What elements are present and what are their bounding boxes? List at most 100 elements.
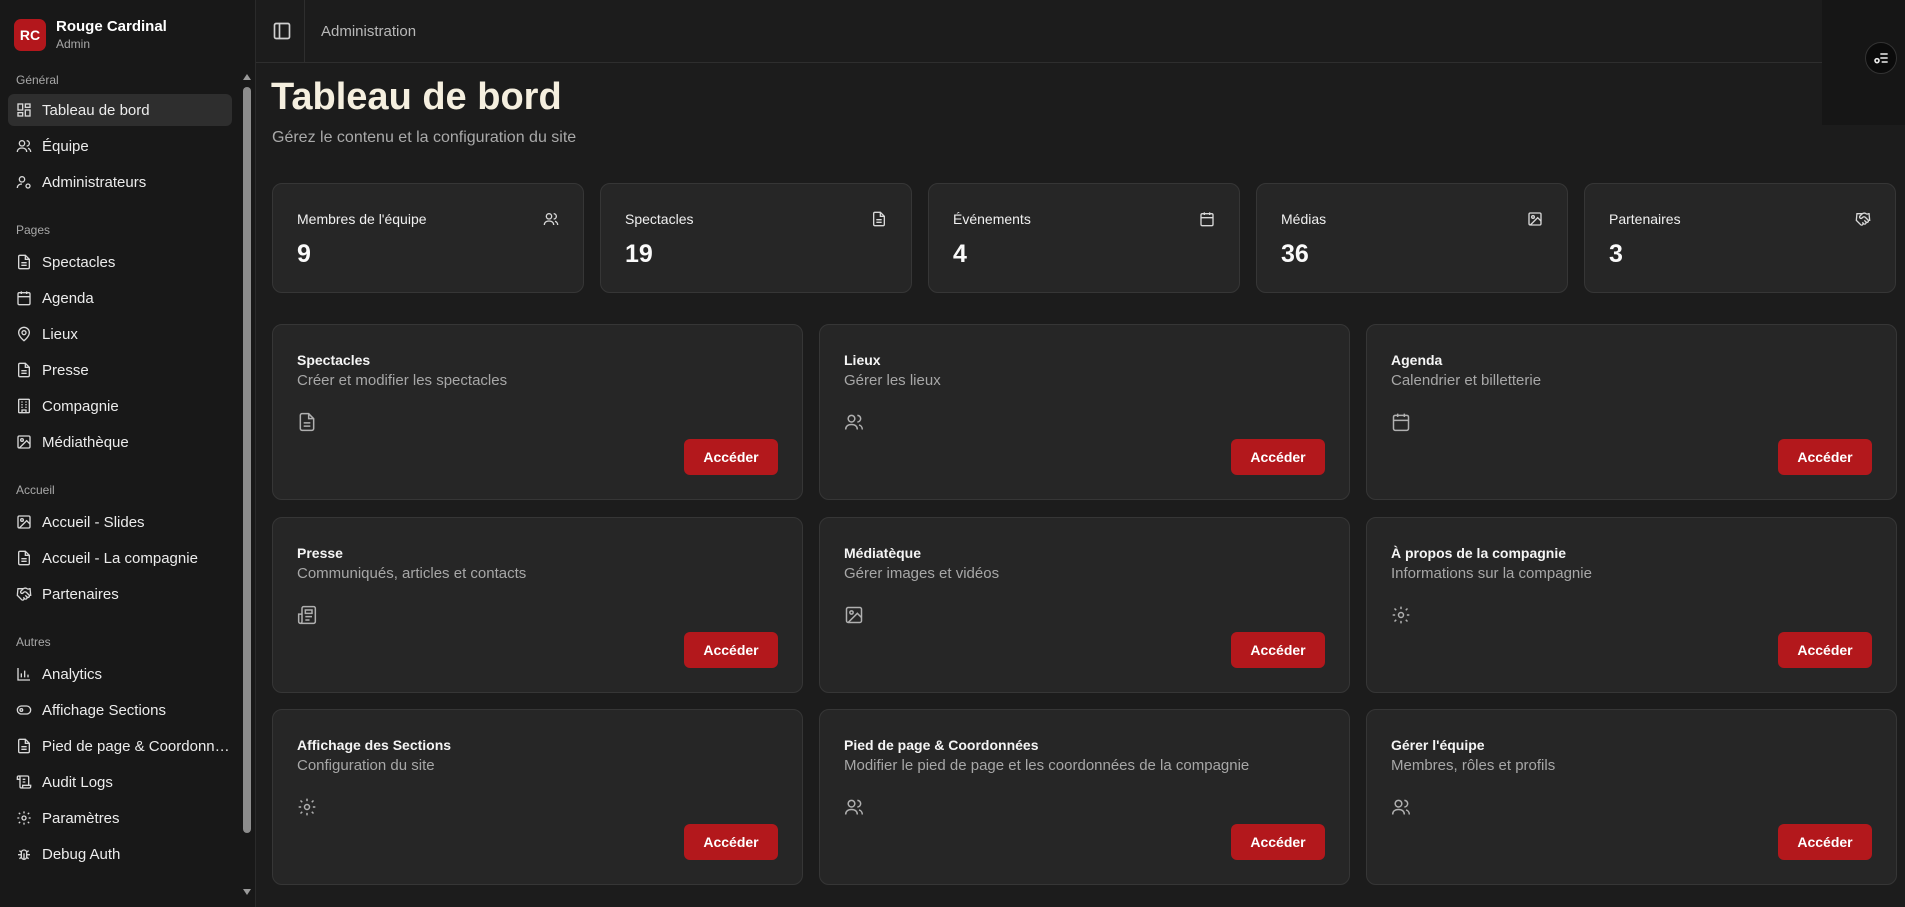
sidebar-item-label: Équipe xyxy=(42,137,89,155)
sidebar-item-audit-logs[interactable]: Audit Logs xyxy=(8,766,232,798)
scrollbar-thumb[interactable] xyxy=(243,87,251,833)
calendar-icon xyxy=(1392,413,1410,432)
stat-card-membres: Membres de l'équipe 9 xyxy=(272,183,584,293)
nav-group-label: Pages xyxy=(16,223,51,237)
calendar-icon xyxy=(17,291,31,306)
access-button[interactable]: Accéder xyxy=(684,824,778,860)
access-button[interactable]: Accéder xyxy=(684,439,778,475)
calendar-icon xyxy=(1200,212,1214,227)
sidebar-toggle-icon[interactable] xyxy=(272,21,292,41)
nav-group-accueil: Accueil Accueil - Slides Accueil - La co… xyxy=(0,480,240,610)
nav-group-label: Général xyxy=(16,73,59,87)
card-title: Lieux xyxy=(844,352,881,368)
scroll-up-arrow-icon[interactable] xyxy=(243,74,251,80)
sidebar-item-equipe[interactable]: Équipe xyxy=(8,130,232,162)
card-description: Gérer images et vidéos xyxy=(844,565,1000,582)
file-text-icon xyxy=(18,738,30,754)
sidebar-item-compagnie[interactable]: Compagnie xyxy=(8,390,232,422)
card-title: Pied de page & Coordonnées xyxy=(844,737,1039,753)
card-description: Configuration du site xyxy=(297,757,435,774)
card-title: Agenda xyxy=(1391,352,1443,368)
user-cog-icon xyxy=(16,176,31,189)
stat-label: Partenaires xyxy=(1609,211,1681,227)
stat-value: 3 xyxy=(1609,240,1623,268)
file-text-icon xyxy=(18,254,30,270)
sidebar-item-debug-auth[interactable]: Debug Auth xyxy=(8,838,232,870)
image-icon xyxy=(1528,212,1542,226)
sidebar-item-mediatheque[interactable]: Médiathèque xyxy=(8,426,232,458)
top-bar: Administration xyxy=(256,0,1822,63)
access-button[interactable]: Accéder xyxy=(684,632,778,668)
sidebar-item-spectacles[interactable]: Spectacles xyxy=(8,246,232,278)
nav-group-general: Général Tableau de bord Équipe Administr… xyxy=(0,70,240,198)
access-button[interactable]: Accéder xyxy=(1778,439,1872,475)
sidebar-item-accueil-la-compagnie[interactable]: Accueil - La compagnie xyxy=(8,542,232,574)
sidebar-item-tableau-de-bord[interactable]: Tableau de bord xyxy=(8,94,232,126)
access-button[interactable]: Accéder xyxy=(1778,824,1872,860)
gear-icon xyxy=(298,798,316,816)
image-icon xyxy=(845,606,863,624)
sidebar-item-label: Administrateurs xyxy=(42,173,147,191)
sidebar-item-accueil-slides[interactable]: Accueil - Slides xyxy=(8,506,232,538)
page-subtitle: Gérez le contenu et la configuration du … xyxy=(272,129,577,146)
sidebar-scrollbar[interactable] xyxy=(240,70,254,897)
action-card-gerer-equipe: Gérer l'équipe Membres, rôles et profils… xyxy=(1366,709,1897,885)
stat-value: 36 xyxy=(1281,240,1309,268)
sidebar-item-pied-de-page[interactable]: Pied de page & Coordonn… xyxy=(8,730,232,762)
settings-toggle-button[interactable] xyxy=(1865,42,1897,74)
sidebar-item-partenaires[interactable]: Partenaires xyxy=(8,578,232,610)
scroll-icon xyxy=(16,775,32,789)
sidebar-item-agenda[interactable]: Agenda xyxy=(8,282,232,314)
sidebar-item-label: Compagnie xyxy=(42,397,119,415)
stat-value: 19 xyxy=(625,240,653,268)
stat-card-evenements: Événements 4 xyxy=(928,183,1240,293)
sidebar-item-analytics[interactable]: Analytics xyxy=(8,658,232,690)
sidebar-item-label: Debug Auth xyxy=(42,845,121,863)
sidebar-item-affichage-sections[interactable]: Affichage Sections xyxy=(8,694,232,726)
card-title: À propos de la compagnie xyxy=(1391,545,1567,561)
sidebar-item-label: Tableau de bord xyxy=(42,101,150,119)
image-icon xyxy=(17,435,31,449)
nav-group-label: Accueil xyxy=(16,483,55,497)
sidebar-item-parametres[interactable]: Paramètres xyxy=(8,802,232,834)
file-text-icon xyxy=(873,211,885,227)
sidebar-item-presse[interactable]: Presse xyxy=(8,354,232,386)
sidebar-item-administrateurs[interactable]: Administrateurs xyxy=(8,166,232,198)
gear-icon xyxy=(1392,606,1410,624)
breadcrumb[interactable]: Administration xyxy=(321,23,416,40)
stat-label: Membres de l'équipe xyxy=(297,211,427,227)
toggle-icon xyxy=(16,705,32,715)
bar-chart-icon xyxy=(17,668,30,681)
card-title: Spectacles xyxy=(297,352,371,368)
sidebar-item-label: Accueil - Slides xyxy=(42,513,145,531)
file-text-icon xyxy=(18,550,30,566)
users-icon xyxy=(543,213,559,226)
handshake-icon xyxy=(16,587,32,601)
access-button[interactable]: Accéder xyxy=(1231,439,1325,475)
users-icon xyxy=(844,799,864,815)
sidebar-item-label: Analytics xyxy=(42,665,103,683)
brand[interactable]: RC Rouge Cardinal Admin xyxy=(14,17,167,52)
card-title: Médiatèque xyxy=(844,545,922,561)
nav-group-label: Autres xyxy=(16,635,51,649)
access-button[interactable]: Accéder xyxy=(1231,824,1325,860)
stat-label: Événements xyxy=(953,211,1031,227)
sidebar-item-label: Partenaires xyxy=(42,585,119,603)
stat-value: 9 xyxy=(297,240,311,268)
stat-label: Médias xyxy=(1281,211,1327,227)
card-description: Membres, rôles et profils xyxy=(1391,757,1556,774)
users-icon xyxy=(1391,799,1411,815)
file-text-icon xyxy=(299,412,315,432)
card-title: Affichage des Sections xyxy=(297,737,452,753)
action-card-mediatheque: Médiatèque Gérer images et vidéos Accéde… xyxy=(819,517,1350,693)
users-icon xyxy=(844,414,864,430)
action-card-spectacles: Spectacles Créer et modifier les spectac… xyxy=(272,324,803,500)
sidebar-item-lieux[interactable]: Lieux xyxy=(8,318,232,350)
sidebar-item-label: Pied de page & Coordonn… xyxy=(42,737,230,755)
card-description: Communiqués, articles et contacts xyxy=(297,565,527,582)
access-button[interactable]: Accéder xyxy=(1231,632,1325,668)
access-button[interactable]: Accéder xyxy=(1778,632,1872,668)
action-card-lieux: Lieux Gérer les lieux Accéder xyxy=(819,324,1350,500)
scroll-down-arrow-icon[interactable] xyxy=(243,889,251,895)
handshake-icon xyxy=(1855,212,1871,226)
